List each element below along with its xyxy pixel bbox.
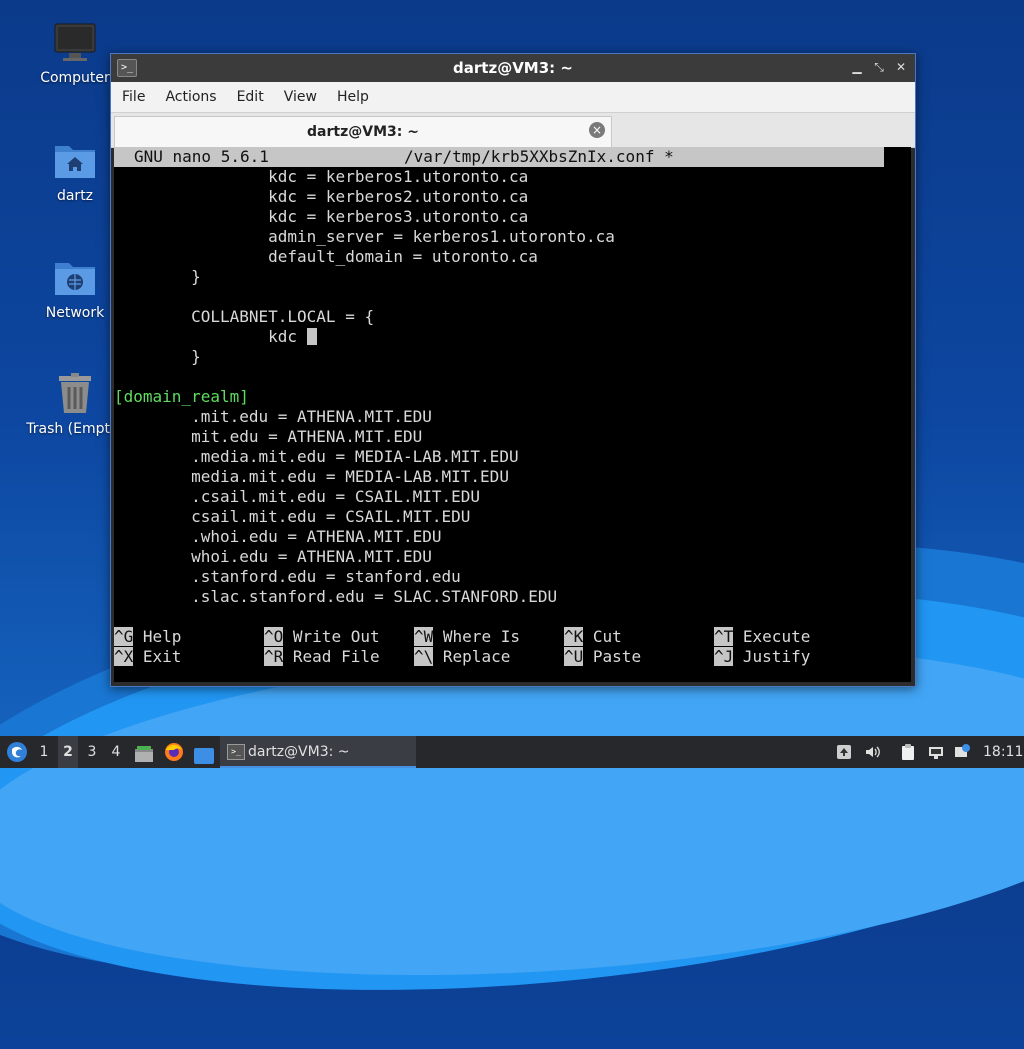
terminal-window[interactable]: >_ dartz@VM3: ~ ▁ ⤡ ✕ File Actions Edit Vie…	[110, 53, 916, 687]
clock[interactable]: 18:11	[983, 736, 1023, 768]
workspace-4[interactable]: 4	[106, 736, 126, 768]
workspace-2[interactable]: 2	[58, 736, 78, 768]
editor-line: .csail.mit.edu = CSAIL.MIT.EDU	[114, 487, 481, 506]
task-title: dartz@VM3: ~	[248, 744, 350, 760]
home-folder-icon	[53, 140, 97, 182]
shortcut-cut[interactable]: ^K Cut	[564, 627, 622, 647]
shortcut-exit[interactable]: ^X Exit	[114, 647, 181, 667]
editor-line: .stanford.edu = stanford.edu	[114, 567, 461, 586]
editor-line: admin_server = kerberos1.utoronto.ca	[114, 227, 615, 246]
nano-filename: /var/tmp/krb5XXbsZnIx.conf *	[404, 147, 674, 166]
shortcut-write-out[interactable]: ^O Write Out	[264, 627, 380, 647]
shortcut-help[interactable]: ^G Help	[114, 627, 181, 647]
nano-header-bar: GNU nano 5.6.1 /var/tmp/krb5XXbsZnIx.con…	[114, 147, 884, 167]
tab-label: dartz@VM3: ~	[307, 124, 419, 140]
shortcut-justify[interactable]: ^J Justify	[714, 647, 810, 667]
upload-tray-icon[interactable]	[836, 744, 852, 760]
editor-line: }	[114, 267, 201, 286]
taskbar-task-terminal[interactable]: >_ dartz@VM3: ~	[220, 736, 416, 768]
editor-line: .slac.stanford.edu = SLAC.STANFORD.EDU	[114, 587, 558, 606]
computer-icon	[53, 22, 97, 64]
editor-line: .media.mit.edu = MEDIA-LAB.MIT.EDU	[114, 447, 519, 466]
text-cursor	[306, 328, 317, 345]
tab-close-icon[interactable]: ×	[589, 122, 605, 138]
minimize-button[interactable]: ▁	[849, 59, 865, 75]
firefox-launcher-icon[interactable]	[164, 742, 184, 762]
shortcut-replace[interactable]: ^\ Replace	[414, 647, 510, 667]
menu-file[interactable]: File	[111, 82, 155, 112]
menu-edit[interactable]: Edit	[227, 82, 274, 112]
volume-icon[interactable]	[864, 744, 880, 760]
terminal-icon: >_	[227, 744, 245, 760]
lxqt-logo-icon	[7, 742, 27, 762]
close-button[interactable]: ✕	[893, 59, 909, 75]
editor-line: kdc = kerberos3.utoronto.ca	[114, 207, 529, 226]
editor-line: default_domain = utoronto.ca	[114, 247, 538, 266]
section-header: [domain_realm]	[114, 387, 249, 406]
show-desktop-icon[interactable]	[194, 744, 214, 764]
editor-line: media.mit.edu = MEDIA-LAB.MIT.EDU	[114, 467, 509, 486]
tab-bar: dartz@VM3: ~ ×	[111, 113, 915, 148]
taskbar: 1 2 3 4 >_ dartz@VM3: ~ 18:11	[0, 736, 1024, 768]
start-menu-button[interactable]	[6, 741, 28, 763]
maximize-button[interactable]: ⤡	[871, 59, 887, 75]
editor-line: mit.edu = ATHENA.MIT.EDU	[114, 427, 423, 446]
shortcut-where-is[interactable]: ^W Where Is	[414, 627, 520, 647]
trash-icon	[53, 373, 97, 415]
menu-actions[interactable]: Actions	[155, 82, 226, 112]
file-manager-launcher-icon[interactable]	[134, 743, 154, 762]
editor-line: .whoi.edu = ATHENA.MIT.EDU	[114, 527, 442, 546]
menu-help[interactable]: Help	[327, 82, 379, 112]
editor-line: COLLABNET.LOCAL = {	[114, 307, 375, 326]
editor-line: kdc = kerberos1.utoronto.ca	[114, 167, 529, 186]
editor-line: kdc	[114, 327, 307, 346]
editor-line: }	[114, 347, 201, 366]
editor-line: csail.mit.edu = CSAIL.MIT.EDU	[114, 507, 471, 526]
clipboard-icon[interactable]	[900, 744, 916, 760]
nano-version: GNU nano 5.6.1	[134, 147, 269, 166]
terminal-content[interactable]: GNU nano 5.6.1 /var/tmp/krb5XXbsZnIx.con…	[114, 147, 911, 682]
editor-line: .mit.edu = ATHENA.MIT.EDU	[114, 407, 432, 426]
workspace-3[interactable]: 3	[82, 736, 102, 768]
menu-view[interactable]: View	[274, 82, 327, 112]
shortcut-execute[interactable]: ^T Execute	[714, 627, 810, 647]
window-titlebar[interactable]: >_ dartz@VM3: ~ ▁ ⤡ ✕	[111, 54, 915, 82]
window-title: dartz@VM3: ~	[453, 59, 573, 77]
shortcut-read-file[interactable]: ^R Read File	[264, 647, 380, 667]
shortcut-paste[interactable]: ^U Paste	[564, 647, 641, 667]
editor-line: kdc = kerberos2.utoronto.ca	[114, 187, 529, 206]
tab-terminal[interactable]: dartz@VM3: ~ ×	[114, 116, 612, 147]
editor-line: whoi.edu = ATHENA.MIT.EDU	[114, 547, 432, 566]
editor-line-cursor: kdc	[114, 327, 317, 347]
update-notifier-icon[interactable]	[954, 744, 970, 760]
workspace-1[interactable]: 1	[34, 736, 54, 768]
network-folder-icon	[53, 257, 97, 299]
menu-bar: File Actions Edit View Help	[111, 82, 915, 113]
network-icon[interactable]	[928, 744, 944, 760]
